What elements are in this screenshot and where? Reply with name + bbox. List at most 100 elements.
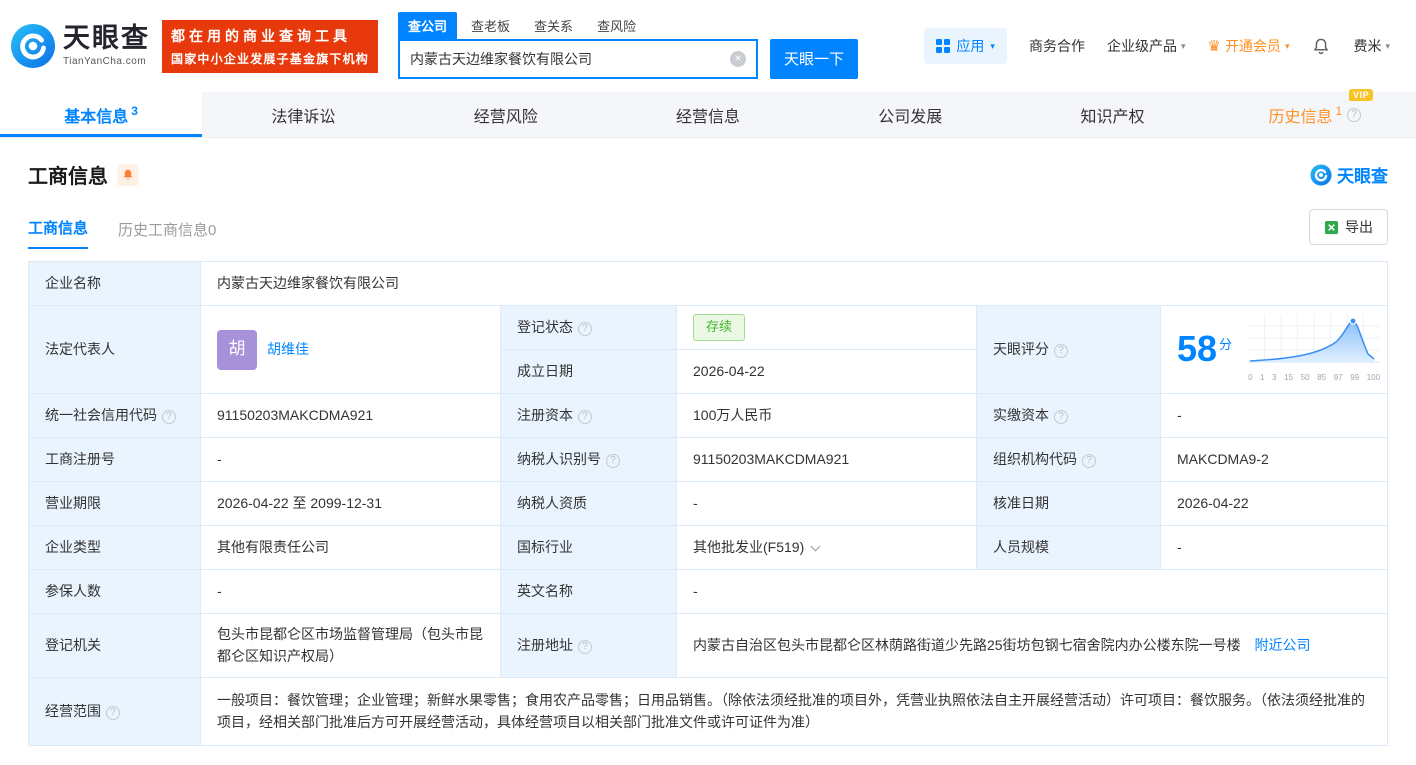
field-label-reg-capital: 注册资本? (501, 394, 677, 438)
header-right: 应用 ▾ 商务合作 企业级产品 ▾ ♛ 开通会员 ▾ 费米 ▾ (924, 28, 1390, 64)
open-vip-link[interactable]: ♛ 开通会员 ▾ (1207, 36, 1289, 56)
tab-operation-info[interactable]: 经营信息 (607, 92, 809, 137)
search-tab-relation[interactable]: 查关系 (524, 12, 583, 39)
tab-history-info[interactable]: 历史信息 1 ? VIP (1214, 92, 1416, 137)
table-row: 工商注册号 - 纳税人识别号? 91150203MAKCDMA921 组织机构代… (29, 438, 1388, 482)
tab-company-development[interactable]: 公司发展 (809, 92, 1011, 137)
tab-intellectual-property[interactable]: 知识产权 (1011, 92, 1213, 137)
tab-operation-risk[interactable]: 经营风险 (405, 92, 607, 137)
help-icon[interactable]: ? (1347, 108, 1361, 122)
export-button[interactable]: 导出 (1309, 209, 1388, 245)
tab-label: 公司发展 (878, 103, 942, 127)
tab-basic-info[interactable]: 基本信息 3 (0, 92, 202, 137)
score-value: 58 (1177, 331, 1217, 367)
field-label-business-scope: 经营范围? (29, 678, 201, 746)
legal-rep-avatar[interactable]: 胡 (217, 330, 257, 370)
tab-label: 知识产权 (1081, 103, 1145, 127)
field-value-taxpayer-id: 91150203MAKCDMA921 (677, 438, 977, 482)
watermark-logo-icon (1310, 164, 1332, 186)
crown-icon: ♛ (1207, 39, 1220, 54)
field-label-insured: 参保人数 (29, 570, 201, 614)
company-nav-tabs: 基本信息 3 法律诉讼 经营风险 经营信息 公司发展 知识产权 历史信息 1 ?… (0, 92, 1416, 138)
tab-legal-lawsuits[interactable]: 法律诉讼 (202, 92, 404, 137)
biz-cooperation-link[interactable]: 商务合作 (1029, 36, 1085, 56)
field-label-approval-date: 核准日期 (977, 482, 1161, 526)
chevron-down-icon: ▾ (1385, 41, 1390, 52)
field-value-org-code: MAKCDMA9-2 (1161, 438, 1388, 482)
company-search-input[interactable] (400, 41, 756, 77)
help-icon[interactable]: ? (606, 454, 620, 468)
export-label: 导出 (1345, 217, 1373, 237)
nearby-companies-link[interactable]: 附近公司 (1254, 637, 1310, 653)
help-icon[interactable]: ? (1082, 454, 1096, 468)
table-row: 企业名称 内蒙古天边维家餐饮有限公司 (29, 262, 1388, 306)
status-badge: 存续 (693, 314, 745, 340)
clear-input-icon[interactable]: × (730, 51, 746, 67)
help-icon[interactable]: ? (578, 322, 592, 336)
field-value-english-name: - (677, 570, 1388, 614)
field-value-credit-code: 91150203MAKCDMA921 (201, 394, 501, 438)
field-value-legal-rep: 胡 胡维佳 (201, 306, 501, 394)
field-label-company-type: 企业类型 (29, 526, 201, 570)
field-label-address: 注册地址? (501, 614, 677, 678)
field-value-reg-capital: 100万人民币 (677, 394, 977, 438)
field-value-reg-status: 存续 (677, 306, 977, 350)
expand-chevron-icon[interactable] (811, 541, 821, 551)
field-label-registry: 登记机关 (29, 614, 201, 678)
help-icon[interactable]: ? (106, 706, 120, 720)
search-tab-company[interactable]: 查公司 (398, 12, 457, 39)
field-value-reg-number: - (201, 438, 501, 482)
field-value-taxpayer-quality: - (677, 482, 977, 526)
field-label-term: 营业期限 (29, 482, 201, 526)
help-icon[interactable]: ? (578, 410, 592, 424)
section-title: 工商信息 (28, 160, 108, 189)
search-tab-risk[interactable]: 查风险 (587, 12, 646, 39)
apps-label: 应用 (956, 36, 984, 56)
field-label-legal-rep: 法定代表人 (29, 306, 201, 394)
field-value-business-scope: 一般项目：餐饮管理；企业管理；新鲜水果零售；食用农产品零售；日用品销售。（除依法… (201, 678, 1388, 746)
chevron-down-icon: ▾ (1181, 41, 1186, 52)
help-icon[interactable]: ? (1054, 410, 1068, 424)
table-row: 统一社会信用代码? 91150203MAKCDMA921 注册资本? 100万人… (29, 394, 1388, 438)
subtab-business-info[interactable]: 工商信息 (28, 217, 88, 249)
score-unit: 分 (1219, 335, 1232, 355)
tab-count: 3 (131, 104, 138, 118)
search-button[interactable]: 天眼一下 (770, 39, 858, 79)
score-chart: 013 155085 9799100 (1248, 314, 1380, 384)
grid-icon (936, 39, 950, 53)
search-input-wrap: × (398, 39, 758, 79)
help-icon[interactable]: ? (1054, 344, 1068, 358)
help-icon[interactable]: ? (578, 640, 592, 654)
table-row: 法定代表人 胡 胡维佳 登记状态? 存续 天眼评分? (29, 306, 1388, 350)
search-type-tabs: 查公司 查老板 查关系 查风险 (398, 14, 858, 39)
monitor-bell-icon[interactable] (117, 164, 139, 186)
field-value-address: 内蒙古自治区包头市昆都仑区林荫路街道少先路25街坊包钢七宿舍院内办公楼东院一号楼… (677, 614, 1388, 678)
slogan-line2: 国家中小企业发展子基金旗下机构 (171, 50, 369, 67)
watermark-text: 天眼查 (1337, 162, 1388, 187)
score-chart-axis: 013 155085 9799100 (1248, 372, 1380, 384)
apps-button[interactable]: 应用 ▾ (924, 28, 1007, 64)
field-label-company-name: 企业名称 (29, 262, 201, 306)
enterprise-product-link[interactable]: 企业级产品 ▾ (1107, 36, 1186, 56)
table-row: 参保人数 - 英文名称 - (29, 570, 1388, 614)
field-value-insured: - (201, 570, 501, 614)
business-info-table: 企业名称 内蒙古天边维家餐饮有限公司 法定代表人 胡 胡维佳 登记状态? 存续 (28, 261, 1388, 746)
user-menu[interactable]: 费米 ▾ (1353, 36, 1390, 56)
tab-label: 经营信息 (676, 103, 740, 127)
legal-rep-name-link[interactable]: 胡维佳 (267, 339, 309, 361)
tab-label: 基本信息 (64, 103, 128, 127)
top-header: 天眼查 TianYanCha.com 都在用的商业查询工具 国家中小企业发展子基… (0, 0, 1416, 92)
subtab-history-business-info[interactable]: 历史工商信息0 (118, 219, 216, 249)
tianyancha-logo-icon (10, 23, 56, 69)
search-tab-boss[interactable]: 查老板 (461, 12, 520, 39)
notification-bell-icon[interactable] (1311, 36, 1331, 56)
field-value-score: 58 分 (1161, 306, 1388, 394)
help-icon[interactable]: ? (162, 410, 176, 424)
tab-label: 法律诉讼 (271, 103, 335, 127)
tianyancha-logo[interactable]: 天眼查 TianYanCha.com (10, 23, 150, 69)
field-value-staff-size: - (1161, 526, 1388, 570)
watermark-logo: 天眼查 (1310, 162, 1388, 187)
slogan-line1: 都在用的商业查询工具 (171, 26, 369, 46)
table-row: 营业期限 2026-04-22 至 2099-12-31 纳税人资质 - 核准日… (29, 482, 1388, 526)
main-content: 工商信息 天眼查 工商信息 历史工商信息0 导出 (0, 160, 1416, 746)
